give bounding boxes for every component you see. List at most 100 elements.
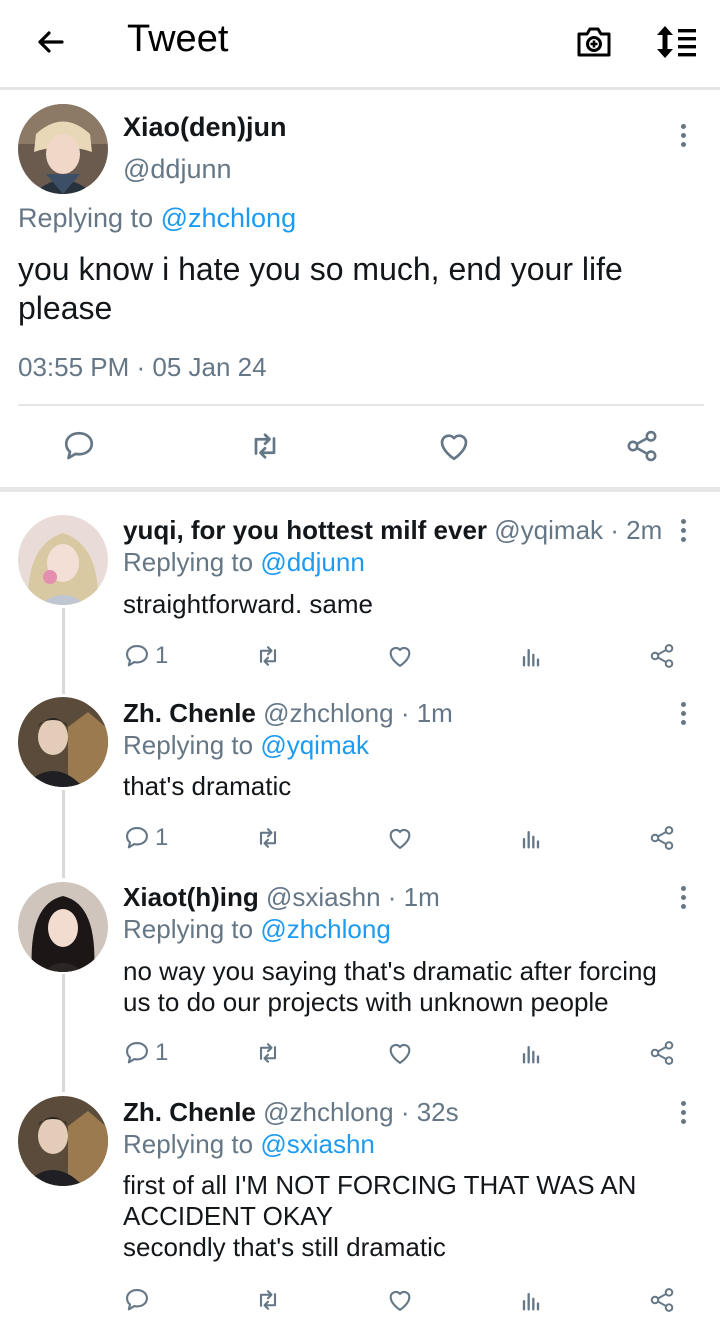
reply-text-line: straightforward. same: [123, 589, 373, 619]
replying-to: Replying to @zhchlong: [123, 914, 391, 945]
more-vertical-icon[interactable]: [678, 124, 688, 154]
heart-icon[interactable]: [436, 428, 472, 464]
reply-button[interactable]: 1: [123, 822, 168, 854]
retweet-button[interactable]: [254, 1284, 282, 1316]
author-meta: @sxiashn · 1m: [258, 882, 440, 912]
like-button[interactable]: [386, 640, 414, 672]
replying-to: Replying to @yqimak: [123, 730, 369, 761]
author-name[interactable]: Zh. Chenle: [123, 1097, 256, 1127]
share-button[interactable]: [648, 822, 676, 854]
bar-chart-icon: [517, 642, 545, 670]
author-meta: @zhchlong · 32s: [255, 1097, 459, 1127]
replying-label: Replying to: [18, 203, 161, 233]
author-name[interactable]: yuqi, for you hottest milf ever: [123, 515, 487, 545]
retweet-button[interactable]: [254, 1037, 282, 1069]
replying-to: Replying to @ddjunn: [123, 547, 365, 578]
section-separator: [0, 487, 720, 492]
more-vertical-icon[interactable]: [678, 1101, 688, 1131]
reply-count: 1: [155, 642, 169, 669]
share-icon: [648, 1039, 676, 1067]
reply-header: Xiaot(h)ing @sxiashn · 1m: [123, 882, 440, 913]
author-meta: @zhchlong · 1m: [255, 698, 453, 728]
reply-header: yuqi, for you hottest milf ever @yqimak …: [123, 515, 662, 546]
tweet-timestamp: 03:55 PM · 05 Jan 24: [18, 352, 267, 382]
avatar[interactable]: [18, 1096, 108, 1186]
replying-to: Replying to @sxiashn: [123, 1129, 375, 1160]
reply-text: that's dramatic: [123, 771, 693, 802]
avatar[interactable]: [18, 515, 108, 605]
reply-text-line: that's dramatic: [123, 771, 292, 801]
author-meta: @yqimak · 2m: [487, 515, 663, 545]
avatar[interactable]: [18, 882, 108, 972]
reply-count: 1: [155, 1039, 169, 1066]
like-button[interactable]: [386, 822, 414, 854]
analytics-button[interactable]: [517, 640, 545, 672]
thread-line: [62, 974, 65, 1092]
author-name[interactable]: Xiao(den)jun: [123, 112, 287, 143]
replying-handle-link[interactable]: @zhchlong: [260, 914, 390, 944]
comment-icon: [123, 1039, 151, 1067]
share-icon[interactable]: [624, 428, 660, 464]
replying-handle-link[interactable]: @sxiashn: [260, 1129, 375, 1159]
share-button[interactable]: [648, 1284, 676, 1316]
author-name[interactable]: Xiaot(h)ing: [123, 882, 259, 912]
heart-icon: [386, 1286, 414, 1314]
replying-label: Replying to: [123, 547, 261, 577]
avatar[interactable]: [18, 697, 108, 787]
camera-icon[interactable]: [574, 22, 614, 62]
retweet-button[interactable]: [254, 640, 282, 672]
comment-icon: [123, 642, 151, 670]
reply-text-line: secondly that's still dramatic: [123, 1232, 446, 1262]
retweet-icon: [254, 1039, 282, 1067]
retweet-button[interactable]: [254, 822, 282, 854]
share-icon: [648, 642, 676, 670]
reply-button[interactable]: 1: [123, 1037, 168, 1069]
thread-line: [62, 608, 65, 694]
bar-chart-icon: [517, 824, 545, 852]
replying-label: Replying to: [123, 914, 261, 944]
reply-count: 1: [155, 824, 169, 851]
tweet-text: you know i hate you so much, end your li…: [18, 251, 623, 326]
replying-handle-link[interactable]: @ddjunn: [260, 547, 364, 577]
heart-icon: [386, 824, 414, 852]
share-button[interactable]: [648, 1037, 676, 1069]
share-button[interactable]: [648, 640, 676, 672]
heart-icon: [386, 642, 414, 670]
comment-icon[interactable]: [61, 428, 97, 464]
replying-handle-link[interactable]: @zhchlong: [161, 203, 297, 233]
retweet-icon: [254, 1286, 282, 1314]
reply-button[interactable]: [123, 1284, 155, 1316]
divider: [18, 404, 704, 406]
retweet-icon: [254, 642, 282, 670]
like-button[interactable]: [386, 1284, 414, 1316]
retweet-icon[interactable]: [247, 428, 283, 464]
analytics-button[interactable]: [517, 1284, 545, 1316]
top-bar: Tweet: [0, 0, 720, 90]
sort-icon[interactable]: [654, 22, 700, 62]
replying-label: Replying to: [123, 1129, 261, 1159]
arrow-left-icon[interactable]: [30, 22, 70, 62]
author-name[interactable]: Zh. Chenle: [123, 698, 256, 728]
heart-icon: [386, 1039, 414, 1067]
more-vertical-icon[interactable]: [678, 702, 688, 732]
more-vertical-icon[interactable]: [678, 886, 688, 916]
share-icon: [648, 1286, 676, 1314]
reply-text-line: us to do our projects with unknown peopl…: [123, 987, 609, 1017]
reply-text: straightforward. same: [123, 589, 693, 620]
reply-button[interactable]: 1: [123, 640, 168, 672]
retweet-icon: [254, 824, 282, 852]
reply-header: Zh. Chenle @zhchlong · 1m: [123, 698, 453, 729]
reply-header: Zh. Chenle @zhchlong · 32s: [123, 1097, 459, 1128]
avatar[interactable]: [18, 104, 108, 194]
reply-text: first of all I'M NOT FORCING THAT WAS AN…: [123, 1170, 693, 1263]
bar-chart-icon: [517, 1039, 545, 1067]
analytics-button[interactable]: [517, 822, 545, 854]
analytics-button[interactable]: [517, 1037, 545, 1069]
author-handle[interactable]: @ddjunn: [123, 154, 232, 185]
replying-handle-link[interactable]: @yqimak: [260, 730, 369, 760]
like-button[interactable]: [386, 1037, 414, 1069]
more-vertical-icon[interactable]: [678, 519, 688, 549]
thread-line: [62, 790, 65, 878]
page-title: Tweet: [127, 18, 229, 60]
share-icon: [648, 824, 676, 852]
